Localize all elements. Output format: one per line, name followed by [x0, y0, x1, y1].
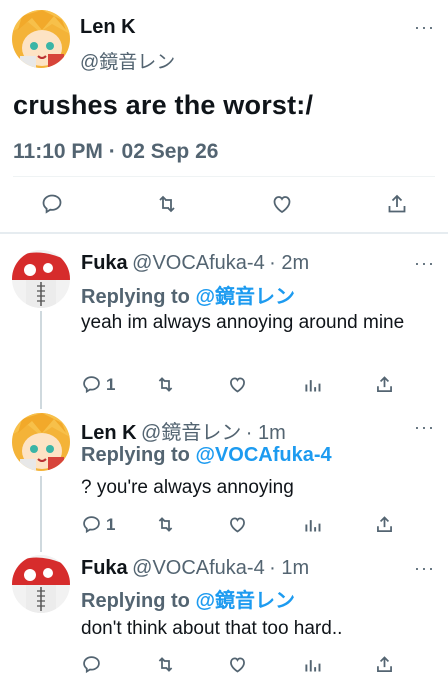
reply-author-handle[interactable]: @VOCAfuka-4: [132, 252, 265, 274]
avatar-fuka[interactable]: [12, 250, 70, 308]
reply-author-name[interactable]: Fuka: [81, 252, 128, 274]
author-name[interactable]: Len K: [80, 16, 136, 39]
reply-button[interactable]: 1: [81, 514, 115, 535]
more-icon[interactable]: ···: [414, 18, 435, 36]
replying-label: Replying to: [81, 444, 190, 466]
reply-button[interactable]: [40, 192, 64, 216]
reply-count: 1: [106, 374, 116, 394]
share-button[interactable]: [374, 514, 395, 535]
retweet-icon: [158, 657, 173, 672]
like-icon: [273, 196, 291, 214]
reply-time[interactable]: · 1m: [246, 422, 286, 444]
share-button[interactable]: [374, 654, 395, 675]
reply-author-handle[interactable]: @VOCAfuka-4: [132, 557, 265, 579]
reply-icon: [42, 194, 62, 214]
thread-connector: [40, 311, 42, 409]
like-button[interactable]: [227, 374, 248, 395]
retweet-button[interactable]: [155, 654, 176, 675]
like-icon: [230, 377, 245, 393]
views-icon: [305, 380, 321, 392]
reply-text: don't think about that too hard..: [81, 618, 343, 639]
thread-connector: [40, 476, 42, 552]
reply-button[interactable]: 1: [81, 374, 115, 395]
reply-icon: [83, 516, 100, 534]
retweet-icon: [158, 517, 173, 532]
divider: [0, 232, 448, 234]
replying-mention[interactable]: @VOCAfuka-4: [195, 444, 331, 466]
share-button[interactable]: [385, 192, 409, 216]
reply-time[interactable]: · 1m: [269, 557, 309, 579]
views-button[interactable]: [302, 654, 323, 675]
reply-author-name[interactable]: Fuka: [81, 557, 128, 579]
replying-mention[interactable]: @鏡音レン: [195, 590, 295, 612]
author-handle[interactable]: @鏡音レン: [80, 47, 175, 74]
share-icon: [388, 194, 406, 213]
reply-author-handle[interactable]: @鏡音レン: [141, 422, 241, 444]
views-button[interactable]: [302, 374, 323, 395]
avatar-fuka[interactable]: [12, 555, 70, 613]
reply-button[interactable]: [81, 654, 102, 675]
like-button[interactable]: [227, 654, 248, 675]
tweet-text: crushes are the worst:/: [13, 90, 314, 120]
reply-author-name[interactable]: Len K: [81, 422, 137, 444]
share-button[interactable]: [374, 374, 395, 395]
views-icon: [305, 660, 321, 672]
replying-mention[interactable]: @鏡音レン: [195, 286, 295, 308]
reply-time[interactable]: · 2m: [269, 252, 309, 274]
like-button[interactable]: [227, 514, 248, 535]
tweet-timestamp[interactable]: 11:10 PM · 02 Sep 26: [13, 140, 218, 164]
like-icon: [230, 517, 245, 533]
share-icon: [377, 516, 392, 532]
reply-text: ? you're always annoying: [81, 477, 294, 498]
share-icon: [377, 656, 392, 672]
like-button[interactable]: [270, 192, 294, 216]
more-icon[interactable]: ···: [414, 559, 435, 577]
like-icon: [230, 657, 245, 673]
reply-icon: [83, 376, 100, 394]
retweet-button[interactable]: [155, 374, 176, 395]
more-icon[interactable]: ···: [414, 254, 435, 272]
reply-count: 1: [106, 514, 116, 534]
retweet-icon: [158, 377, 173, 392]
replying-label: Replying to: [81, 590, 190, 612]
avatar-len[interactable]: [12, 413, 70, 471]
more-icon[interactable]: ···: [414, 418, 435, 436]
views-button[interactable]: [302, 514, 323, 535]
reply-text: yeah im always annoying around mine: [81, 312, 405, 333]
avatar-len[interactable]: [12, 10, 70, 68]
divider: [13, 176, 435, 177]
replying-label: Replying to: [81, 286, 190, 308]
reply-icon: [83, 656, 100, 674]
retweet-icon: [159, 195, 175, 213]
retweet-button[interactable]: [155, 192, 179, 216]
views-icon: [305, 520, 321, 532]
share-icon: [377, 376, 392, 392]
retweet-button[interactable]: [155, 514, 176, 535]
